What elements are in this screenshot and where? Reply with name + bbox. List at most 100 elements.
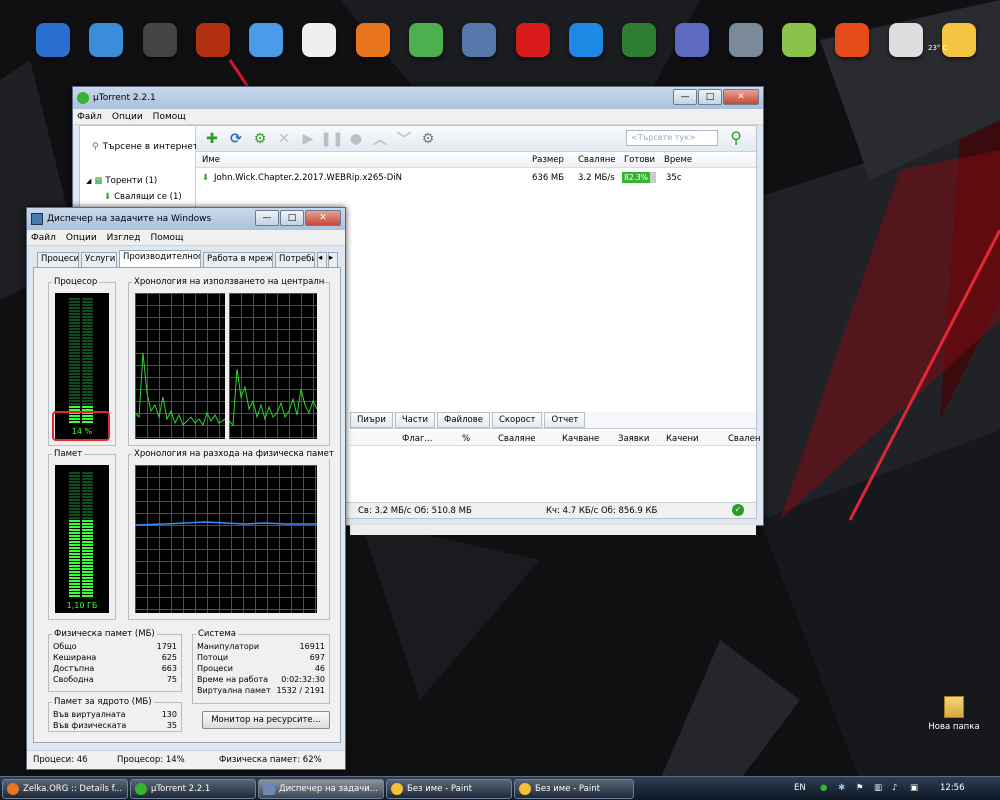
play-icon[interactable]: ▶ [298,129,318,149]
cpu-history-graph-core2 [228,293,318,439]
flag-tray-icon[interactable]: ⚑ [856,783,864,793]
peer-col-down[interactable]: Сваляне [498,434,536,444]
peer-col-up[interactable]: Качване [562,434,599,444]
tab-scroll-left-icon[interactable]: ◂ [317,252,327,267]
shelf-icon[interactable] [195,23,230,57]
col-done[interactable]: Готови [624,155,655,165]
move-up-icon[interactable]: ︿ [370,129,390,149]
torrent-time: 35с [666,173,682,183]
kmplayer-icon[interactable] [408,23,443,57]
tab-networking[interactable]: Работа в мрежа [203,252,273,267]
settings-gear-icon[interactable]: ⚙ [418,129,438,149]
tab-users[interactable]: Потреби [275,252,315,267]
tab-processes[interactable]: Процеси [37,252,79,267]
desktop-folder[interactable]: Нова папка [924,696,984,732]
recycle-bin-icon[interactable] [728,23,763,57]
minimize-button[interactable]: — [673,89,697,105]
taskbar-button-paint-1[interactable]: Без име - Paint [386,779,512,799]
peer-col-downloaded[interactable]: Свален [728,434,760,444]
resource-monitor-button[interactable]: Монитор на ресурсите... [202,711,330,729]
star-icon[interactable] [675,23,710,57]
monitor-icon[interactable] [89,23,124,57]
col-name[interactable]: Име [202,155,220,165]
tm-menu-file[interactable]: Файл [31,233,56,243]
meter-row [69,397,93,399]
menu-file[interactable]: Файл [77,112,102,122]
taskmgr-close-button[interactable]: ✕ [305,210,341,226]
tab-log[interactable]: Отчет [544,412,586,428]
windows-icon[interactable] [36,23,70,57]
peer-col-requests[interactable]: Заявки [618,434,649,444]
lime-icon[interactable] [781,23,816,57]
tab-speed[interactable]: Скорост [491,412,543,428]
bluetooth-tray-icon[interactable]: ✱ [838,783,845,793]
utorrent-tray-icon[interactable]: ● [820,783,827,793]
create-torrent-icon[interactable]: ⚙ [250,129,270,149]
satellite-icon[interactable] [462,23,497,57]
media-center-icon[interactable] [142,23,177,57]
taskmgr-minimize-button[interactable]: — [255,210,279,226]
stop-icon[interactable]: ● [346,129,366,149]
tab-files[interactable]: Файлове [437,412,490,428]
language-indicator[interactable]: EN [794,783,806,793]
tab-peers[interactable]: Пиъри [350,412,393,428]
utorrent-titlebar[interactable]: µTorrent 2.2.1 — □ ✕ [73,87,763,109]
menu-options[interactable]: Опции [112,112,143,122]
stat-label: Виртуална памет [197,686,271,695]
power-icon[interactable] [835,23,870,57]
tab-performance[interactable]: Производителност [119,250,201,268]
pause-icon[interactable]: ❚❚ [320,129,343,149]
meter-row [69,310,93,312]
tray-status-icon[interactable]: ▣ [910,783,918,793]
taskmgr-titlebar[interactable]: Диспечер на задачите на Windows — □ ✕ [27,208,345,230]
peer-col-flags[interactable]: Флаг... [402,434,433,444]
col-time[interactable]: Време [664,155,692,165]
teamviewer-icon[interactable] [568,23,603,57]
taskbar-button-firefox[interactable]: Zelka.ORG :: Details f... [2,779,128,799]
skull-icon[interactable] [302,23,337,57]
sidebar-item-downloading[interactable]: ⬇ Свалящи се (1) [104,192,182,202]
mega-icon[interactable] [515,23,550,57]
taskmgr-maximize-button[interactable]: □ [280,210,304,226]
add-torrent-icon[interactable]: ✚ [202,129,222,149]
meter-row [69,367,93,369]
taskbar-button-taskmgr[interactable]: Диспечер на задачи... [258,779,384,799]
tab-pieces[interactable]: Части [394,412,436,428]
network-tray-icon[interactable]: ▥ [874,783,882,793]
col-down[interactable]: Сваляне [578,155,616,165]
remove-icon[interactable]: ✕ [274,129,294,149]
torrent-row[interactable]: ⬇ John.Wick.Chapter.2.2017.WEBRip.x265-D… [196,170,756,186]
folder-icon[interactable] [249,23,284,57]
close-button[interactable]: ✕ [723,89,759,105]
sidebar-search[interactable]: ⚲ Търсене в интернет [92,142,198,152]
move-down-icon[interactable]: ﹀ [394,129,414,149]
utorrent-toolbar: ✚ ⟳ ⚙ ✕ ▶ ❚❚ ● ︿ ﹀ ⚙ <Търсете тук> ⚲ [196,126,756,152]
meter-row [69,562,93,564]
search-go-icon[interactable]: ⚲ [730,128,742,147]
meter-row [69,523,93,525]
col-size[interactable]: Размер [532,155,564,165]
maximize-button[interactable]: □ [698,89,722,105]
volume-tray-icon[interactable]: ♪ [892,783,897,793]
tm-menu-help[interactable]: Помощ [150,233,183,243]
horizontal-scrollbar[interactable] [350,524,756,535]
connection-ok-icon[interactable]: ✓ [732,504,744,516]
clock[interactable]: 12:56 [940,783,965,793]
tm-menu-options[interactable]: Опции [66,233,97,243]
tab-scroll-right-icon[interactable]: ▸ [328,252,338,267]
tm-menu-view[interactable]: Изглед [107,233,141,243]
taskbar-button-paint-2[interactable]: Без име - Paint [514,779,634,799]
meter-row [69,586,93,588]
peer-col-uploaded[interactable]: Качени [666,434,699,444]
eye-icon[interactable] [888,23,923,57]
firefox-icon[interactable] [355,23,390,57]
resource-monitor-icon[interactable] [622,23,657,57]
peer-col-percent[interactable]: % [462,434,470,444]
menu-help[interactable]: Помощ [153,112,186,122]
utorrent-search-input[interactable]: <Търсете тук> [626,130,718,146]
tab-services[interactable]: Услуги [81,252,117,267]
add-url-icon[interactable]: ⟳ [226,129,246,149]
sidebar-item-torrents[interactable]: ◢ ▦ Торенти (1) [86,176,157,186]
task-manager-window[interactable]: Диспечер на задачите на Windows — □ ✕ Фа… [26,207,346,770]
taskbar-button-utorrent[interactable]: µTorrent 2.2.1 [130,779,256,799]
